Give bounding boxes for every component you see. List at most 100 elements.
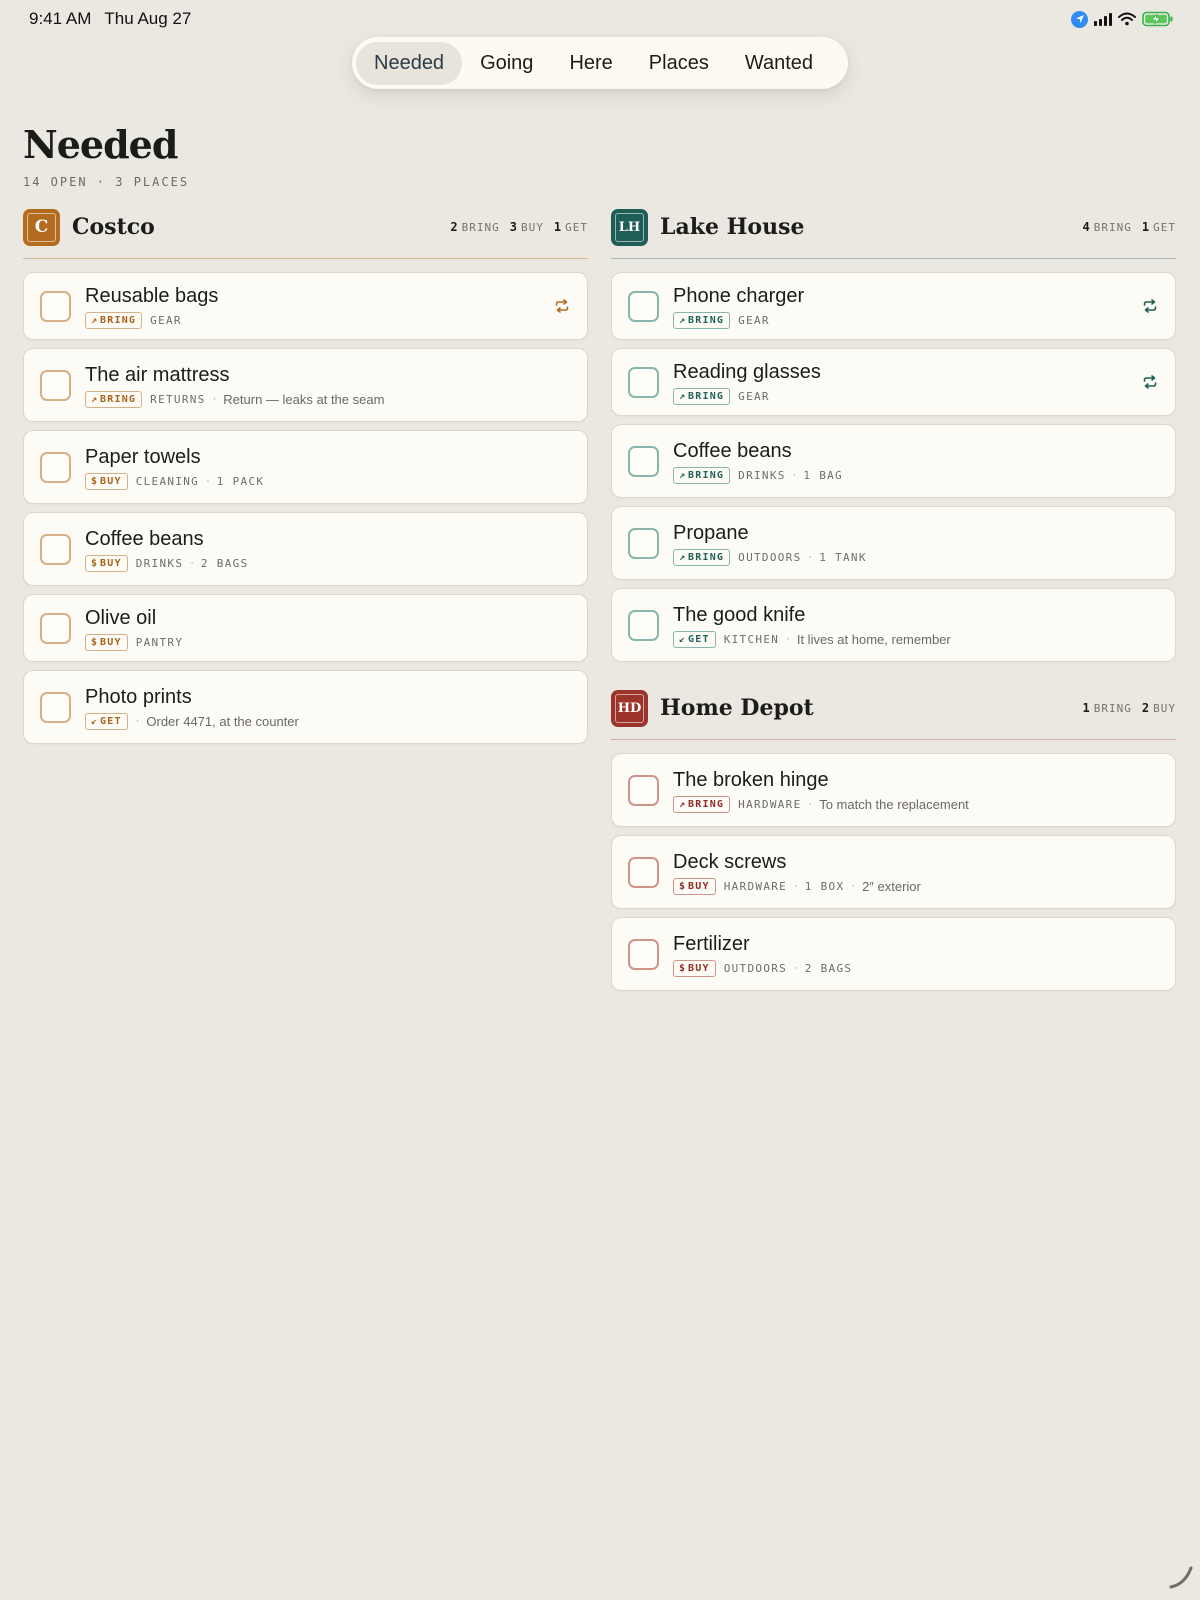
stat-bring: 1 BRING: [1083, 701, 1132, 715]
item-body: The broken hinge ↗ BRING HARDWARE · To match …: [673, 768, 1159, 813]
item-checkbox[interactable]: [628, 609, 659, 641]
item-card[interactable]: Coffee beans ↗ BRING DRINKS · 1 BAG: [611, 424, 1176, 498]
item-card[interactable]: The good knife ↙ GET KITCHEN · It lives at ho…: [611, 588, 1176, 662]
item-checkbox[interactable]: [628, 774, 659, 806]
place-group-depot: HD Home Depot 1 BRING 2 BUY The broken hinge ↗ B…: [611, 689, 1176, 991]
tag-bring: ↗ BRING: [85, 390, 143, 408]
page-summary: 14 OPEN · 3 PLACES: [23, 175, 190, 189]
tag-label: BRING: [688, 551, 725, 563]
separator-dot: ·: [808, 798, 813, 810]
tag-buy: $ BUY: [85, 633, 128, 651]
item-title: The air mattress: [85, 363, 230, 386]
item-checkbox[interactable]: [628, 366, 659, 398]
item-checkbox[interactable]: [628, 856, 659, 888]
place-header: HD Home Depot 1 BRING 2 BUY: [611, 689, 1176, 740]
item-title: Photo prints: [85, 685, 192, 708]
place-badge: C: [23, 208, 60, 246]
status-bar: 9:41 AM Thu Aug 27: [29, 8, 1174, 30]
item-title: Deck screws: [673, 850, 787, 873]
resize-handle-icon[interactable]: [1168, 1564, 1194, 1590]
item-quantity: 2 BAGS: [804, 961, 853, 975]
place-name[interactable]: Costco: [72, 214, 450, 240]
item-meta: $ BUY DRINKS · 2 BAGS: [85, 554, 571, 572]
item-quantity: 1 PACK: [216, 474, 265, 488]
item-category: OUTDOORS: [723, 961, 788, 975]
item-checkbox[interactable]: [40, 612, 71, 644]
left-column: C Costco 2 BRING 3 BUY 1 GET Reusable bags ↗ BRING…: [23, 208, 588, 772]
place-name[interactable]: Lake House: [660, 214, 1083, 240]
item-title: Propane: [673, 521, 749, 544]
stat-get: 1 GET: [554, 220, 588, 234]
item-title: Reusable bags: [85, 284, 219, 307]
item-checkbox[interactable]: [40, 533, 71, 565]
item-checkbox[interactable]: [40, 290, 71, 322]
tab-going[interactable]: Going: [462, 42, 551, 85]
tab-places[interactable]: Places: [631, 42, 727, 85]
item-note: 2″ exterior: [862, 878, 921, 894]
tag-label: GET: [100, 715, 122, 727]
stat-label: BUY: [521, 221, 544, 234]
item-checkbox[interactable]: [628, 290, 659, 322]
tag-label: BRING: [100, 393, 137, 405]
repeat-icon[interactable]: [1142, 374, 1158, 390]
place-initials: C: [34, 217, 49, 237]
place-name[interactable]: Home Depot: [660, 695, 1083, 721]
tab-needed[interactable]: Needed: [356, 41, 463, 85]
tag-buy: $ BUY: [85, 472, 128, 490]
item-card[interactable]: Photo prints ↙ GET · Order 4471, at the coun…: [23, 670, 588, 744]
place-group-costco: C Costco 2 BRING 3 BUY 1 GET Reusable bags ↗ BRING…: [23, 208, 588, 744]
item-body: Olive oil $ BUY PANTRY: [85, 606, 571, 651]
item-card[interactable]: Olive oil $ BUY PANTRY: [23, 594, 588, 662]
item-checkbox[interactable]: [40, 691, 71, 723]
item-card[interactable]: Reusable bags ↗ BRING GEAR: [23, 272, 588, 340]
tab-here[interactable]: Here: [551, 42, 630, 85]
repeat-icon[interactable]: [554, 298, 570, 314]
item-title: Coffee beans: [673, 439, 792, 462]
item-category: PANTRY: [135, 635, 184, 649]
cellular-signal-icon: [1094, 12, 1112, 26]
item-checkbox[interactable]: [40, 451, 71, 483]
item-card[interactable]: Phone charger ↗ BRING GEAR: [611, 272, 1176, 340]
stat-buy: 2 BUY: [1142, 701, 1176, 715]
item-card[interactable]: Paper towels $ BUY CLEANING · 1 PACK: [23, 430, 588, 504]
item-card[interactable]: Coffee beans $ BUY DRINKS · 2 BAGS: [23, 512, 588, 586]
item-category: DRINKS: [135, 556, 184, 570]
item-meta: ↗ BRING DRINKS · 1 BAG: [673, 466, 1159, 484]
arrow-up-right-icon: ↗: [91, 393, 98, 405]
separator-dot: ·: [212, 393, 217, 405]
repeat-icon[interactable]: [1142, 298, 1158, 314]
item-body: Fertilizer $ BUY OUTDOORS · 2 BAGS: [673, 932, 1159, 977]
tag-label: BUY: [100, 636, 122, 648]
item-checkbox[interactable]: [628, 445, 659, 477]
item-category: GEAR: [738, 313, 770, 327]
item-category: HARDWARE: [738, 797, 802, 811]
tag-label: GET: [688, 633, 710, 645]
tab-wanted[interactable]: Wanted: [727, 42, 831, 85]
item-meta: ↗ BRING GEAR: [673, 311, 1159, 329]
item-card[interactable]: The air mattress ↗ BRING RETURNS · Return — l…: [23, 348, 588, 422]
tag-label: BUY: [688, 962, 710, 974]
item-quantity: 1 BAG: [803, 468, 843, 482]
item-meta: ↙ GET · Order 4471, at the counter: [85, 712, 571, 730]
stat-bring: 4 BRING: [1083, 220, 1132, 234]
item-category: HARDWARE: [723, 879, 788, 893]
stat-label: BRING: [1093, 702, 1132, 715]
place-stats: 2 BRING 3 BUY 1 GET: [450, 220, 588, 234]
stat-label: BUY: [1153, 702, 1176, 715]
tag-label: BUY: [100, 475, 122, 487]
stat-label: GET: [1153, 221, 1176, 234]
separator-dot: ·: [794, 880, 798, 892]
item-quantity: 1 BOX: [804, 879, 845, 893]
item-card[interactable]: The broken hinge ↗ BRING HARDWARE · To match …: [611, 753, 1176, 827]
item-checkbox[interactable]: [628, 938, 659, 970]
item-card[interactable]: Reading glasses ↗ BRING GEAR: [611, 348, 1176, 416]
item-card[interactable]: Fertilizer $ BUY OUTDOORS · 2 BAGS: [611, 917, 1176, 991]
item-checkbox[interactable]: [628, 527, 659, 559]
item-body: Photo prints ↙ GET · Order 4471, at the coun…: [85, 685, 571, 730]
location-icon: [1071, 10, 1088, 28]
stat-label: BRING: [1093, 221, 1132, 234]
item-body: Reading glasses ↗ BRING GEAR: [673, 360, 1159, 405]
item-card[interactable]: Deck screws $ BUY HARDWARE · 1 BOX · 2″ exterio…: [611, 835, 1176, 909]
item-card[interactable]: Propane ↗ BRING OUTDOORS · 1 TANK: [611, 506, 1176, 580]
item-checkbox[interactable]: [40, 369, 71, 401]
